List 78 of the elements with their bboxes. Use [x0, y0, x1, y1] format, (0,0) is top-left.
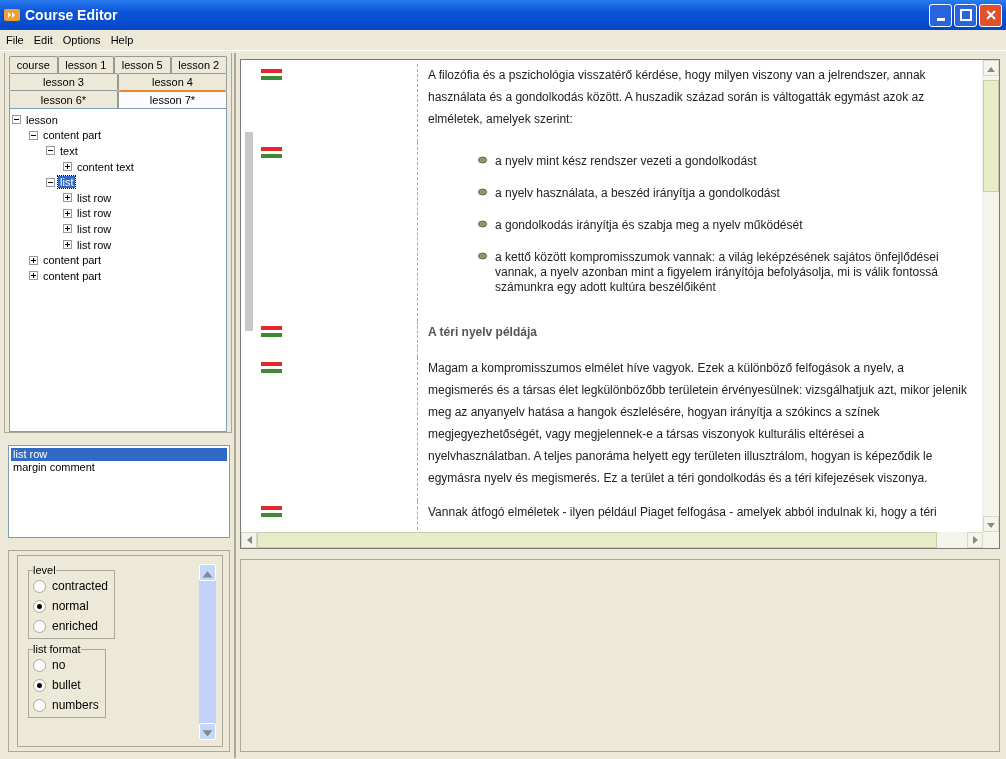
radio-button[interactable] — [33, 599, 46, 613]
list-item: a gondolkodás irányítja és szabja meg a nyelv működését — [495, 218, 803, 233]
tree-item[interactable]: text — [58, 145, 80, 157]
tab[interactable]: lesson 5 — [114, 56, 171, 73]
tab[interactable]: lesson 7* — [118, 90, 227, 108]
list-item: a nyelv mint kész rendszer vezeti a gondolkodást — [495, 154, 757, 169]
flag-icon — [261, 69, 282, 81]
collapse-icon[interactable] — [46, 146, 55, 156]
radio-label: normal — [52, 599, 89, 613]
radio-label: contracted — [52, 579, 109, 593]
bullet-icon — [478, 156, 487, 164]
tab[interactable]: lesson 4 — [118, 73, 227, 90]
minimize-icon — [936, 17, 945, 21]
close-button[interactable] — [979, 3, 1002, 27]
paragraph: Vannak átfogó elméletek - ilyen például Piaget felfogása - amelyek abból indulnak ki, hogy a téri — [428, 504, 938, 521]
tree-item[interactable]: content text — [75, 160, 136, 173]
tab[interactable]: course — [9, 56, 58, 73]
bullet-icon — [478, 220, 487, 228]
window-title: Course Editor — [25, 7, 118, 23]
collapse-icon[interactable] — [46, 177, 55, 187]
flag-icon — [261, 506, 282, 518]
flag-icon — [261, 326, 282, 338]
tree-item[interactable]: list row — [75, 222, 114, 235]
radio-label: enriched — [52, 619, 99, 633]
tab[interactable]: lesson 6* — [9, 90, 118, 108]
radio-button[interactable] — [33, 678, 46, 692]
menu-item[interactable]: Options — [62, 34, 101, 46]
section-heading: A téri nyelv példája — [428, 324, 538, 341]
list-item: a nyelv használata, a beszéd irányítja a gondolkodást — [495, 186, 780, 201]
close-icon — [984, 9, 997, 21]
maximize-button[interactable] — [954, 3, 977, 27]
group-label: level — [33, 564, 56, 576]
radio-label: bullet — [52, 678, 81, 692]
radio-button[interactable] — [33, 579, 46, 593]
tree-item[interactable]: content part — [41, 129, 104, 142]
list-option[interactable]: list row — [11, 448, 227, 462]
paragraph: Magam a kompromisszumos elmélet híve vagyok. Ezek a különböző felfogások a nyelv, a megismerés és a társas élet legkülönbözőbb területein érvényesülnek: vizsgálhatjuk azt, mikor jelenik meg az anyanyelv hatása a hangok észlelésére, hogyan irányítja a szókincs a színek megjegyezhetőségét, vagy megjelennek-e a társas viszonyok kulturális eltérései a nyelvhasználatban. A teljes panoráma helyett egy területen illusztrálom, hogyan is képeződik le egymásra nyelv és megismerés. Ez a terület a téri gondolkodás és a téri kifejezések viszonya. — [428, 360, 968, 487]
maximize-icon — [959, 9, 972, 21]
radio-label: no — [52, 658, 66, 672]
menu-item[interactable]: File — [6, 34, 24, 46]
tree-item[interactable]: list row — [75, 238, 114, 251]
expand-icon[interactable] — [63, 162, 72, 172]
list-option[interactable]: margin comment — [11, 461, 227, 475]
flag-icon — [261, 362, 282, 374]
scrollbar[interactable] — [982, 60, 999, 532]
scroll-thumb[interactable] — [983, 80, 999, 192]
collapse-icon[interactable] — [12, 115, 21, 125]
list-item: a kettő között kompromisszumok vannak: a világ leképzésének sajátos önfejlődései vannak, a nyelv azonban mint a figyelem irányítója befolyásolja, mi is válik fontossá számunkra egy adott kultúra beszélőiként — [495, 250, 940, 295]
flag-icon — [261, 147, 282, 159]
radio-button[interactable] — [33, 658, 46, 672]
radio-button[interactable] — [33, 619, 46, 633]
tab[interactable]: lesson 3 — [9, 73, 118, 90]
expand-icon[interactable] — [63, 224, 72, 234]
expand-icon[interactable] — [29, 255, 38, 265]
bullet-icon — [478, 188, 487, 196]
collapse-icon[interactable] — [29, 130, 38, 140]
expand-icon[interactable] — [63, 208, 72, 218]
radio-label: numbers — [52, 698, 99, 712]
minimize-button[interactable] — [929, 3, 952, 27]
expand-icon[interactable] — [63, 240, 72, 250]
scrollbar[interactable] — [199, 564, 216, 740]
tree-item[interactable]: list — [58, 176, 76, 189]
radio-button[interactable] — [33, 698, 46, 712]
group-label: list format — [33, 643, 81, 655]
menu-item[interactable]: Help — [110, 34, 134, 46]
menu-item[interactable]: Edit — [33, 34, 53, 46]
tree-item[interactable]: list row — [75, 191, 114, 204]
expand-icon[interactable] — [29, 271, 38, 281]
tab[interactable]: lesson 1 — [57, 56, 114, 73]
tree-item[interactable]: list row — [75, 207, 114, 220]
app-icon — [4, 9, 20, 21]
tab[interactable]: lesson 2 — [170, 56, 227, 73]
expand-icon[interactable] — [63, 193, 72, 203]
bullet-icon — [478, 252, 487, 260]
tree-item[interactable]: content part — [41, 269, 104, 282]
tree-item[interactable]: lesson — [24, 113, 60, 126]
paragraph: A filozófia és a pszichológia visszatérő kérdése, hogy milyen viszony van a jelrendszer, annak használata és a gondolkodás között. A huszadik század során is váltogatták egymást azok az elméletek, amelyek szerint: — [428, 67, 927, 128]
tree-item[interactable]: content part — [41, 254, 104, 267]
